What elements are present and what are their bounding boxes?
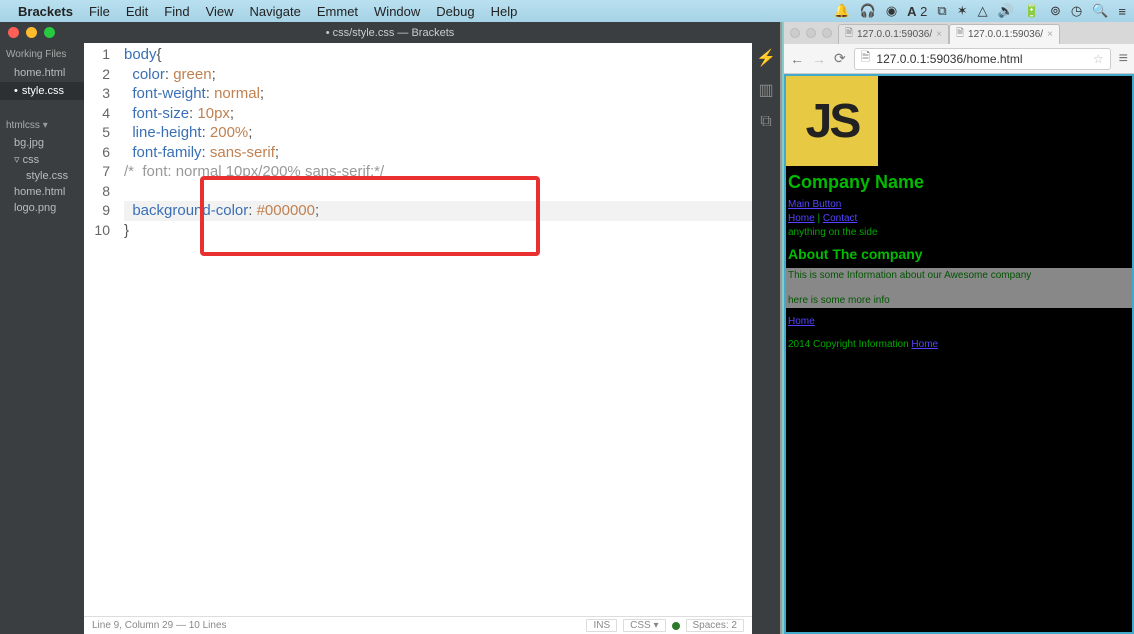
code-line[interactable]: 9 background-color: #000000;	[84, 201, 752, 221]
zoom-window-button[interactable]	[44, 27, 55, 38]
brackets-toolbar: ⚡ ▥ ⧉	[752, 43, 780, 634]
notification-icon[interactable]: 🔔	[833, 3, 849, 19]
status-indicator-icon	[672, 622, 680, 630]
js-logo: JS	[786, 76, 878, 166]
back-button[interactable]: ←	[790, 51, 804, 67]
code-line[interactable]: 3 font-weight: normal;	[84, 84, 752, 104]
code-line[interactable]: 6 font-family: sans-serif;	[84, 143, 752, 163]
code-line[interactable]: 8	[84, 182, 752, 202]
dropbox-icon[interactable]: ⧉	[937, 3, 946, 19]
status-bar: Line 9, Column 29 — 10 Lines INS CSS ▾ S…	[84, 616, 752, 634]
aside-text: anything on the side	[788, 227, 1130, 238]
chrome-toolbar: ← → ⟳ 🗎127.0.0.1:59036/home.html☆ ≡	[784, 44, 1134, 74]
menu-help[interactable]: Help	[491, 4, 518, 19]
brackets-sidebar: Working Files home.html •style.css htmlc…	[0, 43, 84, 634]
page-icon: 🗎	[956, 26, 964, 43]
working-files-head: Working Files	[0, 43, 84, 64]
evernote-icon[interactable]: ✶	[957, 3, 968, 19]
chrome-window: 🗎127.0.0.1:59036/× 🗎127.0.0.1:59036/× ← …	[782, 22, 1134, 634]
zoom-window-button[interactable]	[822, 28, 832, 38]
close-window-button[interactable]	[8, 27, 19, 38]
nav-contact-link[interactable]: Contact	[823, 213, 857, 224]
page-icon: 🗎	[845, 26, 853, 43]
tree-logo[interactable]: logo.png	[0, 200, 84, 216]
rendered-page: JS Company Name Main Button Home | Conta…	[784, 74, 1134, 634]
clock-icon[interactable]: ◷	[1071, 3, 1082, 19]
menu-extras-icon[interactable]: ≡	[1118, 4, 1126, 19]
menu-debug[interactable]: Debug	[436, 4, 474, 19]
menu-view[interactable]: View	[206, 4, 234, 19]
address-bar[interactable]: 🗎127.0.0.1:59036/home.html☆	[854, 48, 1111, 70]
brackets-titlebar[interactable]: • css/style.css — Brackets	[0, 22, 780, 43]
volume-icon[interactable]: 🔊	[998, 3, 1014, 19]
tree-css-folder[interactable]: ▿ css	[0, 151, 84, 168]
spotlight-icon[interactable]: 🔍	[1092, 3, 1108, 19]
window-title: • css/style.css — Brackets	[0, 27, 780, 39]
home-link[interactable]: Home	[788, 316, 815, 327]
wifi-icon[interactable]: ⊚	[1050, 3, 1061, 19]
tree-style[interactable]: style.css	[0, 168, 84, 184]
code-line[interactable]: 1body{	[84, 45, 752, 65]
footer-home-link[interactable]: Home	[911, 339, 938, 350]
chrome-menu-icon[interactable]: ≡	[1119, 50, 1128, 68]
close-tab-icon[interactable]: ×	[1047, 29, 1053, 40]
minimize-window-button[interactable]	[806, 28, 816, 38]
code-line[interactable]: 2 color: green;	[84, 65, 752, 85]
page-heading: Company Name	[788, 172, 1130, 193]
main-button-link[interactable]: Main Button	[788, 199, 841, 210]
brackets-window: • css/style.css — Brackets Working Files…	[0, 22, 780, 634]
forward-button[interactable]: →	[812, 51, 826, 67]
menu-file[interactable]: File	[89, 4, 110, 19]
mac-menubar: Brackets File Edit Find View Navigate Em…	[0, 0, 1134, 22]
language-mode[interactable]: CSS ▾	[623, 619, 665, 632]
code-line[interactable]: 10}	[84, 221, 752, 241]
minimize-window-button[interactable]	[26, 27, 37, 38]
headphones-icon[interactable]: 🎧	[860, 3, 876, 19]
live-preview-icon[interactable]: ⚡	[756, 49, 776, 67]
tree-home[interactable]: home.html	[0, 184, 84, 200]
reload-button[interactable]: ⟳	[834, 50, 846, 67]
cursor-position[interactable]: Line 9, Column 29 — 10 Lines	[92, 620, 227, 631]
menu-navigate[interactable]: Navigate	[250, 4, 301, 19]
code-line[interactable]: 5 line-height: 200%;	[84, 123, 752, 143]
about-text-2: here is some more info	[788, 295, 1130, 306]
nav-home-link[interactable]: Home	[788, 213, 815, 224]
menu-window[interactable]: Window	[374, 4, 420, 19]
menu-emmet[interactable]: Emmet	[317, 4, 358, 19]
extract-icon[interactable]: ⧉	[756, 113, 776, 131]
page-icon: 🗎	[861, 48, 871, 69]
insert-mode[interactable]: INS	[586, 619, 617, 632]
menu-find[interactable]: Find	[164, 4, 189, 19]
browser-tab-2[interactable]: 🗎127.0.0.1:59036/×	[949, 24, 1060, 44]
indent-mode[interactable]: Spaces: 2	[686, 619, 744, 632]
code-line[interactable]: 4 font-size: 10px;	[84, 104, 752, 124]
browser-tab-1[interactable]: 🗎127.0.0.1:59036/×	[838, 24, 949, 44]
bookmark-icon[interactable]: ☆	[1093, 52, 1104, 66]
about-heading: About The company	[788, 246, 1130, 262]
footer: 2014 Copyright Information Home	[786, 337, 1132, 352]
cloud-icon[interactable]: ◉	[886, 3, 897, 19]
menu-edit[interactable]: Edit	[126, 4, 148, 19]
adobe-icon[interactable]: A 2	[907, 4, 927, 19]
project-head[interactable]: htmlcss ▾	[0, 114, 84, 135]
close-window-button[interactable]	[790, 28, 800, 38]
close-tab-icon[interactable]: ×	[936, 29, 942, 40]
code-editor[interactable]: 1body{2 color: green;3 font-weight: norm…	[84, 43, 752, 634]
working-file-style[interactable]: •style.css	[0, 82, 84, 100]
chrome-tabstrip: 🗎127.0.0.1:59036/× 🗎127.0.0.1:59036/×	[784, 22, 1134, 44]
app-menu[interactable]: Brackets	[18, 4, 73, 19]
battery-icon[interactable]: 🔋	[1024, 3, 1040, 19]
tree-bg[interactable]: bg.jpg	[0, 135, 84, 151]
code-line[interactable]: 7/* font: normal 10px/200% sans-serif;*/	[84, 162, 752, 182]
working-file-home[interactable]: home.html	[0, 64, 84, 82]
gdrive-icon[interactable]: △	[978, 3, 988, 19]
extension-manager-icon[interactable]: ▥	[756, 81, 776, 99]
about-text-1: This is some Information about our Aweso…	[788, 270, 1130, 281]
